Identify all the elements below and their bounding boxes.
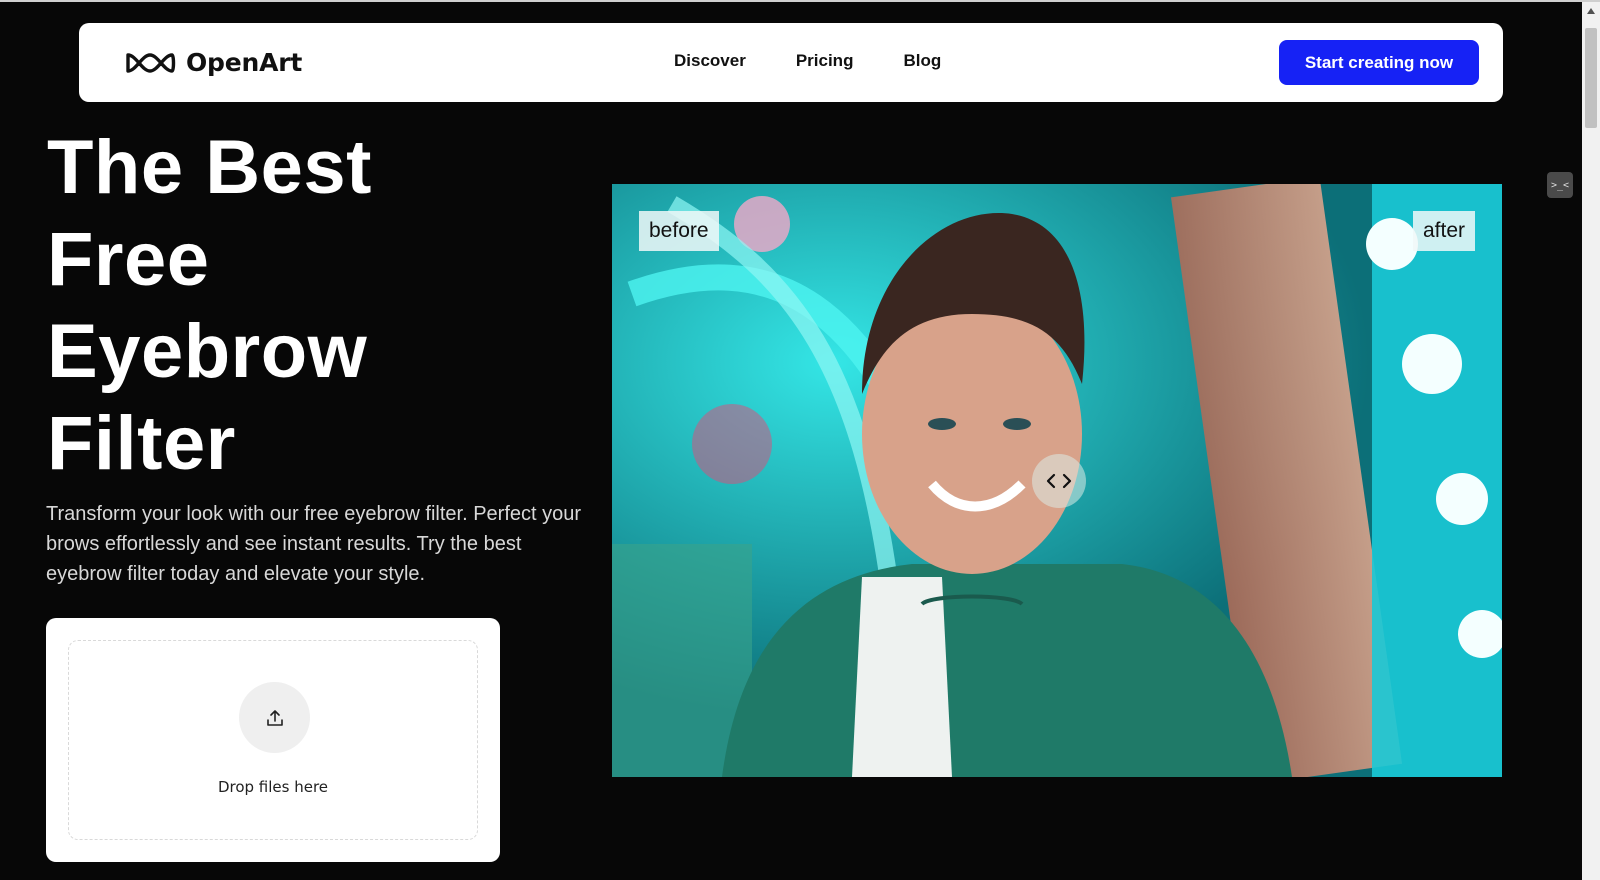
hero-title-line: Eyebrow [47,309,368,394]
main-nav: Discover Pricing Blog [674,51,941,71]
upload-card: Drop files here [46,618,500,862]
file-dropzone[interactable]: Drop files here [68,640,478,840]
openart-logo-icon [126,52,176,73]
hero-title-line: Filter [47,401,236,486]
after-label: after [1412,211,1475,251]
comparison-slider-handle[interactable] [1032,454,1086,508]
start-creating-button[interactable]: Start creating now [1279,40,1479,85]
before-label: before [639,211,719,251]
hero-title: The Best Free Eyebrow Filter [47,122,507,490]
hero-title-line: The Best [47,125,372,210]
scrollbar-thumb[interactable] [1585,28,1597,128]
nav-discover[interactable]: Discover [674,51,746,71]
logo-text: OpenArt [186,48,303,77]
nav-blog[interactable]: Blog [903,51,941,71]
nav-pricing[interactable]: Pricing [796,51,854,71]
upload-button[interactable] [239,682,310,753]
upload-icon [266,709,283,726]
scroll-up-arrow-icon[interactable] [1582,2,1600,20]
drop-files-label: Drop files here [217,778,329,796]
window-top-border [0,0,1600,2]
page-scrollbar[interactable] [1582,2,1600,880]
hero-title-line: Free [47,217,210,302]
chevron-right-icon [1062,473,1072,489]
extension-widget[interactable]: >_< [1547,172,1573,198]
hero-description: Transform your look with our free eyebro… [46,503,582,585]
logo[interactable]: OpenArt [124,48,302,77]
navbar: OpenArt Discover Pricing Blog Start crea… [79,23,1503,102]
before-after-comparison[interactable]: before after [612,184,1502,777]
chevron-left-icon [1046,473,1056,489]
